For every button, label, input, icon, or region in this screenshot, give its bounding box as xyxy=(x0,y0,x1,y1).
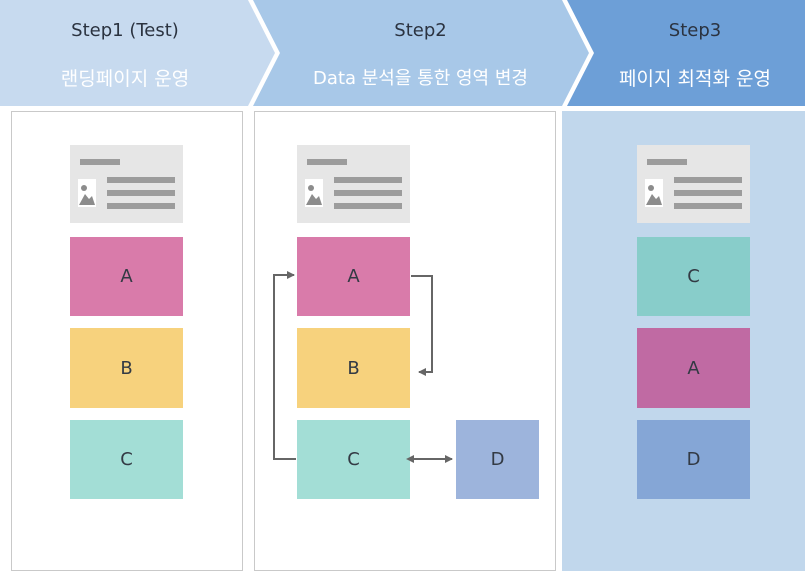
step2-block-a: A xyxy=(297,237,410,316)
step2-title: Step2 xyxy=(394,20,447,41)
step3-subtitle: 페이지 최적화 운영 xyxy=(619,68,771,90)
step2-block-c: C xyxy=(297,420,410,499)
step3-block-c: C xyxy=(637,237,750,316)
step1-block-a: A xyxy=(70,237,183,316)
step3-block-d: D xyxy=(637,420,750,499)
step1-subtitle: 랜딩페이지 운영 xyxy=(60,68,190,90)
step3-header: Step3 페이지 최적화 운영 xyxy=(585,0,805,106)
step2-header: Step2 Data 분석을 통한 영역 변경 xyxy=(268,0,573,106)
step1-header: Step1 (Test) 랜딩페이지 운영 xyxy=(0,0,250,106)
step2-block-d: D xyxy=(456,420,539,499)
step1-block-c: C xyxy=(70,420,183,499)
image-icon xyxy=(78,179,96,207)
step1-title: Step1 (Test) xyxy=(71,20,179,41)
step2-header-card xyxy=(297,145,410,223)
step3-header-card xyxy=(637,145,750,223)
step2-block-b: B xyxy=(297,328,410,408)
step1-header-card xyxy=(70,145,183,223)
step3-block-a: A xyxy=(637,328,750,408)
step2-subtitle: Data 분석을 통한 영역 변경 xyxy=(313,68,528,89)
image-icon xyxy=(305,179,323,207)
step1-block-b: B xyxy=(70,328,183,408)
step3-title: Step3 xyxy=(668,20,722,41)
image-icon xyxy=(645,179,663,207)
